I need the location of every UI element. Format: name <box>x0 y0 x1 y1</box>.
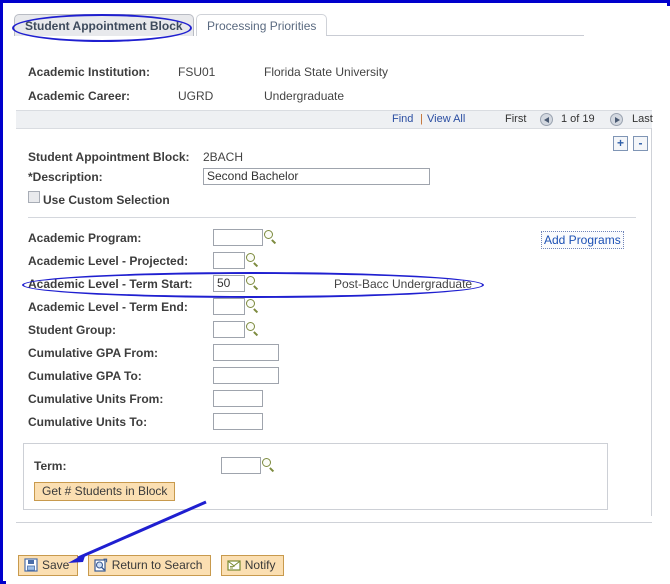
academic-institution-row: Academic Institution: FSU01 Florida State … <box>28 65 388 79</box>
term-group-box: Term: Get # Students in Block <box>23 443 608 510</box>
criteria-label: Academic Level - Projected: <box>28 254 189 268</box>
academic-program-input[interactable] <box>213 229 263 246</box>
term-input[interactable] <box>221 457 261 474</box>
toolbar-divider <box>16 522 652 523</box>
cumulative-gpa-to-input[interactable] <box>213 367 279 384</box>
term-label: Term: <box>34 459 67 473</box>
term-lookup-icon[interactable] <box>261 458 276 473</box>
tab-processing-priorities[interactable]: Processing Priorities <box>196 14 328 36</box>
academic-level-term-end-lookup-icon[interactable] <box>245 299 260 314</box>
use-custom-selection-checkbox[interactable] <box>28 191 40 203</box>
envelope-icon <box>227 558 241 572</box>
criteria-label: Academic Level - Term Start: <box>28 277 193 291</box>
search-page-icon <box>94 558 108 572</box>
notify-button-label: Notify <box>244 558 276 572</box>
criteria-row-cumulative-units-from: Cumulative Units From: <box>28 389 263 409</box>
tab-label: Processing Priorities <box>207 19 317 33</box>
return-to-search-button[interactable]: Return to Search <box>87 555 212 576</box>
floppy-disk-icon <box>24 558 38 572</box>
student-appointment-block-row: Student Appointment Block: 2BACH <box>28 147 243 167</box>
criteria-row-academic-program: Academic Program: <box>28 228 278 248</box>
cumulative-units-to-input[interactable] <box>213 413 263 430</box>
criteria-row-cumulative-gpa-from: Cumulative GPA From: <box>28 343 279 363</box>
criteria-label: Cumulative GPA From: <box>28 346 159 360</box>
criteria-label: Academic Level - Term End: <box>28 300 188 314</box>
return-to-search-label: Return to Search <box>111 558 203 572</box>
criteria-label: Cumulative Units From: <box>28 392 164 406</box>
first-link[interactable]: First <box>505 113 526 125</box>
criteria-label: Cumulative Units To: <box>28 415 148 429</box>
academic-institution-code: FSU01 <box>178 65 216 79</box>
student-group-lookup-icon[interactable] <box>245 322 260 337</box>
next-row-button[interactable] <box>610 113 623 129</box>
tab-label: Student Appointment Block <box>25 19 183 33</box>
add-programs-link[interactable]: Add Programs <box>541 231 624 249</box>
academic-level-term-start-lookup-icon[interactable] <box>245 276 260 291</box>
cumulative-gpa-from-input[interactable] <box>213 344 279 361</box>
academic-level-projected-lookup-icon[interactable] <box>245 253 260 268</box>
use-custom-selection-label: Use Custom Selection <box>43 193 170 207</box>
criteria-row-student-group: Student Group: <box>28 320 260 340</box>
previous-row-button[interactable] <box>540 113 553 129</box>
use-custom-selection-row[interactable]: Use Custom Selection <box>28 190 170 210</box>
section-divider-top <box>28 217 636 218</box>
tab-student-appointment-block[interactable]: Student Appointment Block <box>14 14 194 36</box>
left-arrow-icon <box>540 113 553 126</box>
criteria-row-cumulative-gpa-to: Cumulative GPA To: <box>28 366 279 386</box>
page-border: Student Appointment Block Processing Pri… <box>0 0 670 584</box>
criteria-row-academic-level-projected: Academic Level - Projected: <box>28 251 260 271</box>
criteria-row-academic-level-term-end: Academic Level - Term End: <box>28 297 260 317</box>
description-label: *Description: <box>28 170 103 184</box>
academic-career-description: Undergraduate <box>264 89 345 103</box>
student-group-input[interactable] <box>213 321 245 338</box>
criteria-row-academic-level-term-start: Academic Level - Term Start: 50 Post-Bacc … <box>28 274 472 294</box>
student-appointment-block-value: 2BACH <box>203 150 244 164</box>
student-appointment-block-label: Student Appointment Block: <box>28 150 190 164</box>
page-content: Student Appointment Block Processing Pri… <box>6 6 670 584</box>
save-button-label: Save <box>42 558 70 572</box>
criteria-label: Cumulative GPA To: <box>28 369 142 383</box>
save-button[interactable]: Save <box>18 555 79 576</box>
right-arrow-icon <box>610 113 623 126</box>
academic-institution-description: Florida State University <box>264 65 389 79</box>
academic-level-term-start-input[interactable]: 50 <box>213 275 245 292</box>
row-counter: 1 of 19 <box>561 113 595 125</box>
nav-separator: | <box>420 113 423 125</box>
tab-underline <box>326 35 584 36</box>
academic-level-term-end-input[interactable] <box>213 298 245 315</box>
notify-button[interactable]: Notify <box>220 555 285 576</box>
academic-institution-label: Academic Institution: <box>28 65 151 79</box>
academic-level-term-start-description: Post-Bacc Undergraduate <box>334 277 473 291</box>
find-link[interactable]: Find <box>392 113 413 125</box>
bottom-toolbar: Save Return to Search Notify <box>18 555 290 576</box>
academic-career-label: Academic Career: <box>28 89 131 103</box>
description-row: *Description: Second Bachelor <box>28 167 430 187</box>
academic-career-code: UGRD <box>178 89 214 103</box>
row-navigation-bar: Find | View All First 1 of 19 Last <box>16 110 653 129</box>
academic-level-projected-input[interactable] <box>213 252 245 269</box>
get-students-in-block-button[interactable]: Get # Students in Block <box>34 482 176 501</box>
view-all-link[interactable]: View All <box>427 113 465 125</box>
term-row: Term: <box>34 456 276 476</box>
criteria-label: Academic Program: <box>28 231 142 245</box>
criteria-label: Student Group: <box>28 323 116 337</box>
criteria-row-cumulative-units-to: Cumulative Units To: <box>28 412 263 432</box>
description-input[interactable]: Second Bachelor <box>203 168 430 185</box>
last-link[interactable]: Last <box>632 113 653 125</box>
cumulative-units-from-input[interactable] <box>213 390 263 407</box>
academic-program-lookup-icon[interactable] <box>263 230 278 245</box>
academic-career-row: Academic Career: UGRD Undergraduate <box>28 89 344 103</box>
